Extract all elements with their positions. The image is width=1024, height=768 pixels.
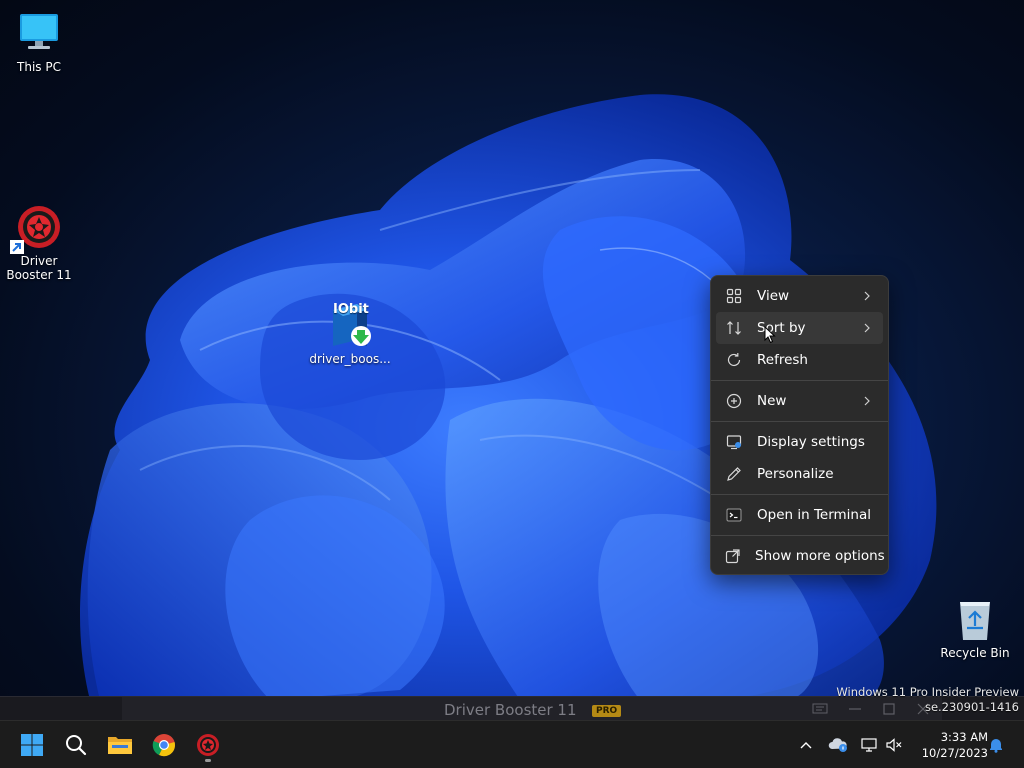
menu-item-display-settings[interactable]: Display settings bbox=[716, 426, 883, 458]
menu-item-label: Show more options bbox=[755, 548, 885, 564]
menu-item-show-more-options[interactable]: Show more options bbox=[716, 540, 885, 572]
desktop-icon-label: This PC bbox=[17, 60, 61, 74]
desktop-context-menu: View Sort by Refresh New Display setting… bbox=[710, 275, 889, 575]
menu-item-label: Refresh bbox=[757, 352, 808, 368]
show-hidden-icons-button[interactable] bbox=[796, 735, 816, 755]
taskbar-clock[interactable]: 3:33 AM 10/27/2023 bbox=[912, 729, 988, 761]
volume-tray-button[interactable] bbox=[884, 735, 904, 755]
search-button[interactable] bbox=[58, 727, 94, 763]
mouse-cursor-icon bbox=[764, 326, 776, 344]
iobit-brand-text: IObit bbox=[333, 302, 369, 317]
watermark-line-2: se.230901-1416 bbox=[924, 700, 1019, 714]
sort-icon bbox=[725, 319, 743, 337]
menu-item-label: View bbox=[757, 288, 790, 304]
onedrive-tray-button[interactable] bbox=[828, 735, 848, 755]
clock-date: 10/27/2023 bbox=[921, 746, 988, 760]
chevron-up-icon bbox=[800, 742, 812, 749]
desktop-icon-label: Driver Booster 11 bbox=[6, 254, 72, 282]
desktop-icon-label: Recycle Bin bbox=[940, 646, 1010, 660]
cloud-info-icon bbox=[828, 738, 847, 752]
watermark-line-1: Windows 11 Pro Insider Preview bbox=[836, 685, 1019, 699]
menu-item-label: Personalize bbox=[757, 466, 834, 482]
driver-booster-icon bbox=[197, 734, 219, 756]
chevron-right-icon bbox=[861, 323, 873, 333]
chevron-right-icon bbox=[861, 396, 873, 406]
taskbar-chrome[interactable] bbox=[146, 727, 182, 763]
chrome-icon bbox=[152, 734, 175, 757]
clock-time: 3:33 AM bbox=[940, 730, 988, 744]
search-icon bbox=[66, 735, 87, 756]
pen-icon bbox=[725, 465, 743, 483]
menu-separator bbox=[711, 421, 888, 422]
desktop-icon-this-pc[interactable]: This PC bbox=[0, 10, 81, 74]
menu-separator bbox=[711, 494, 888, 495]
recycle-bin-icon bbox=[952, 596, 998, 642]
running-indicator bbox=[205, 759, 211, 762]
window-title: Driver Booster 11 bbox=[444, 701, 577, 719]
menu-item-view[interactable]: View bbox=[716, 280, 883, 312]
bell-icon bbox=[990, 739, 1002, 753]
taskbar-driver-booster[interactable] bbox=[190, 727, 226, 763]
computer-icon bbox=[16, 10, 62, 56]
speaker-muted-icon bbox=[886, 738, 902, 752]
desktop-icon-driver-booster[interactable]: Driver Booster 11 bbox=[0, 204, 81, 282]
chevron-right-icon bbox=[861, 291, 873, 301]
taskbar-file-explorer[interactable] bbox=[102, 727, 138, 763]
desktop[interactable]: This PC Driver Booster 11 IObit driver_b… bbox=[0, 0, 1024, 768]
menu-item-open-in-terminal[interactable]: Open in Terminal bbox=[716, 499, 883, 531]
terminal-icon bbox=[725, 506, 743, 524]
desktop-icon-recycle-bin[interactable]: Recycle Bin bbox=[933, 596, 1017, 660]
menu-item-label: New bbox=[757, 393, 787, 409]
menu-item-label: Display settings bbox=[757, 434, 865, 450]
taskbar: 3:33 AM 10/27/2023 bbox=[0, 720, 1024, 768]
network-tray-button[interactable] bbox=[859, 735, 879, 755]
menu-item-new[interactable]: New bbox=[716, 385, 883, 417]
menu-item-personalize[interactable]: Personalize bbox=[716, 458, 883, 490]
insider-watermark: Windows 11 Pro Insider Preview se.230901… bbox=[836, 685, 1019, 715]
menu-separator bbox=[711, 380, 888, 381]
folder-icon bbox=[108, 737, 132, 754]
refresh-icon bbox=[725, 351, 743, 369]
menu-item-sort-by[interactable]: Sort by bbox=[716, 312, 883, 344]
desktop-icon-label: driver_boos... bbox=[309, 352, 391, 366]
pro-badge: PRO bbox=[592, 705, 622, 717]
iobit-installer-icon: IObit bbox=[327, 302, 373, 348]
grid-icon bbox=[725, 287, 743, 305]
windows-start-icon bbox=[21, 734, 43, 756]
start-button[interactable] bbox=[14, 727, 50, 763]
menu-item-refresh[interactable]: Refresh bbox=[716, 344, 883, 376]
menu-item-label: Open in Terminal bbox=[757, 507, 871, 523]
display-icon bbox=[725, 433, 743, 451]
network-icon bbox=[861, 738, 877, 752]
feedback-icon[interactable] bbox=[812, 703, 828, 718]
menu-separator bbox=[711, 535, 888, 536]
notifications-button[interactable] bbox=[986, 735, 1006, 755]
shortcut-arrow-icon bbox=[10, 240, 24, 254]
share-icon bbox=[725, 547, 741, 565]
driver-booster-icon bbox=[10, 204, 62, 254]
desktop-icon-driver-installer[interactable]: IObit driver_boos... bbox=[308, 302, 392, 367]
plus-circle-icon bbox=[725, 392, 743, 410]
